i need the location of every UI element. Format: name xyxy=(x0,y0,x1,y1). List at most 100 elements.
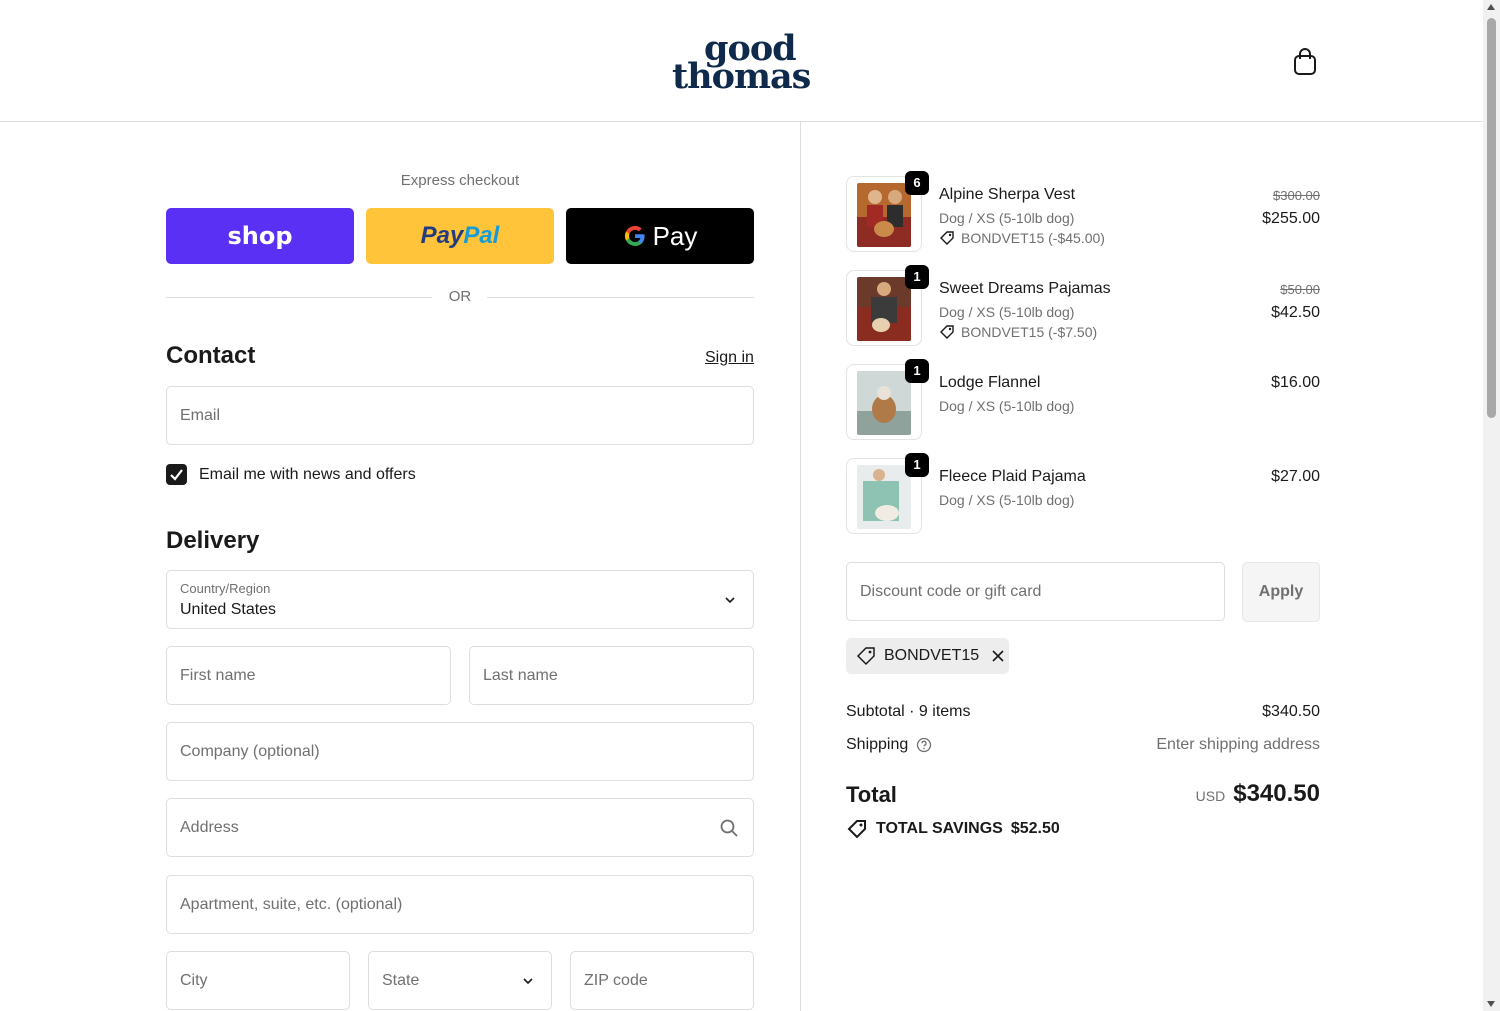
product-discount: BONDVET15 (-$7.50) xyxy=(939,324,1097,340)
apartment-field[interactable]: Apartment, suite, etc. (optional) xyxy=(166,875,754,934)
apply-button[interactable]: Apply xyxy=(1242,562,1320,622)
savings-value: $52.50 xyxy=(1010,820,1060,837)
applied-code-label: BONDVET15 xyxy=(884,647,980,664)
city-placeholder: City xyxy=(180,971,208,989)
country-value: United States xyxy=(180,601,277,618)
state-select[interactable]: State xyxy=(368,951,552,1010)
product-name: Alpine Sherpa Vest xyxy=(939,186,1076,203)
tag-icon xyxy=(856,647,875,666)
first-name-field[interactable]: First name xyxy=(166,646,451,705)
good-thomas-logo[interactable]: good thomas xyxy=(672,28,814,97)
discount-code-input[interactable]: Discount code or gift card xyxy=(846,562,1225,621)
product-image xyxy=(857,371,911,435)
quantity-badge: 1 xyxy=(905,453,929,477)
zip-placeholder: ZIP code xyxy=(584,971,648,989)
tag-icon xyxy=(940,231,954,245)
last-name-field[interactable]: Last name xyxy=(469,646,754,705)
tag-icon xyxy=(847,820,866,839)
product-name: Fleece Plaid Pajama xyxy=(939,468,1086,485)
product-name: Sweet Dreams Pajamas xyxy=(939,280,1111,297)
newsletter-checkbox[interactable] xyxy=(166,464,187,485)
scroll-up-icon[interactable] xyxy=(1487,4,1495,10)
last-name-placeholder: Last name xyxy=(483,666,558,684)
quantity-badge: 1 xyxy=(905,359,929,383)
discount-label: BONDVET15 (-$45.00) xyxy=(961,230,1105,246)
product-name: Lodge Flannel xyxy=(939,374,1041,391)
tag-icon xyxy=(940,325,954,339)
country-label: Country/Region xyxy=(180,581,271,596)
checkout-form: Express checkout shop Pay Pal Pay OR Cont… xyxy=(0,122,800,1011)
subtotal-label: Subtotal · 9 items xyxy=(846,703,971,720)
discount-code-placeholder: Discount code or gift card xyxy=(860,582,1042,600)
discount-label: BONDVET15 (-$7.50) xyxy=(961,324,1098,340)
product-image xyxy=(857,183,911,247)
line-item: 1 Sweet Dreams Pajamas Dog / XS (5-10lb … xyxy=(846,265,1320,346)
city-field[interactable]: City xyxy=(166,951,350,1010)
chevron-down-icon xyxy=(725,596,735,603)
quantity-badge: 1 xyxy=(905,265,929,289)
total-value: USD $340.50 xyxy=(1196,780,1320,808)
total-label: Total xyxy=(846,782,897,807)
product-variant: Dog / XS (5-10lb dog) xyxy=(939,398,1075,414)
line-item: 1 Fleece Plaid Pajama Dog / XS (5-10lb d… xyxy=(846,453,1320,534)
close-icon[interactable] xyxy=(991,649,1005,663)
product-discount: BONDVET15 (-$45.00) xyxy=(939,230,1105,246)
email-placeholder: Email xyxy=(180,406,221,424)
scrollbar[interactable] xyxy=(1483,0,1500,1011)
address-placeholder: Address xyxy=(180,818,239,836)
email-field[interactable]: Email xyxy=(166,386,754,445)
first-name-placeholder: First name xyxy=(180,666,256,684)
company-placeholder: Company (optional) xyxy=(180,742,320,760)
subtotal-value: $340.50 xyxy=(1262,703,1320,720)
scrollbar-thumb[interactable] xyxy=(1487,18,1496,418)
order-summary: 6 Alpine Sherpa Vest Dog / XS (5-10lb do… xyxy=(801,122,1483,1011)
paypal-label-part1: Pay xyxy=(420,222,464,249)
state-placeholder: State xyxy=(382,971,420,989)
product-image xyxy=(857,465,911,529)
shop-pay-button[interactable]: shop xyxy=(166,208,354,264)
product-variant: Dog / XS (5-10lb dog) xyxy=(939,304,1075,320)
total-currency: USD xyxy=(1195,788,1226,804)
company-field[interactable]: Company (optional) xyxy=(166,722,754,781)
google-pay-button[interactable]: Pay xyxy=(566,208,754,264)
help-icon[interactable] xyxy=(916,737,932,753)
product-price: $27.00 xyxy=(1271,468,1320,485)
product-price: $255.00 xyxy=(1262,210,1320,227)
google-pay-label: Pay xyxy=(652,220,698,251)
shop-pay-label: shop xyxy=(227,222,293,250)
product-thumbnail: 1 xyxy=(846,453,929,534)
chevron-down-icon xyxy=(523,977,533,984)
google-g-icon xyxy=(624,225,645,247)
original-price: $300.00 xyxy=(1273,188,1320,203)
delivery-heading: Delivery xyxy=(166,527,260,554)
or-label: OR xyxy=(448,288,472,305)
apartment-placeholder: Apartment, suite, etc. (optional) xyxy=(180,895,403,913)
address-field[interactable]: Address xyxy=(166,798,754,857)
paypal-button[interactable]: Pay Pal xyxy=(366,208,554,264)
product-price: $42.50 xyxy=(1271,304,1320,321)
paypal-label-part2: Pal xyxy=(463,222,500,249)
shipping-row: Shipping xyxy=(846,736,932,754)
product-image xyxy=(857,277,911,341)
newsletter-label: Email me with news and offers xyxy=(199,466,416,483)
savings-label: TOTAL SAVINGS xyxy=(876,820,1003,837)
shipping-label: Shipping xyxy=(846,736,909,753)
country-select[interactable]: Country/Region United States xyxy=(166,570,754,629)
scroll-down-icon[interactable] xyxy=(1487,1001,1495,1007)
zip-field[interactable]: ZIP code xyxy=(570,951,754,1010)
original-price: $50.00 xyxy=(1280,282,1320,297)
sign-in-link[interactable]: Sign in xyxy=(705,349,754,367)
line-item: 1 Lodge Flannel Dog / XS (5-10lb dog) $1… xyxy=(846,359,1320,440)
product-price: $16.00 xyxy=(1271,374,1320,391)
contact-heading: Contact xyxy=(166,342,256,369)
product-thumbnail: 1 xyxy=(846,359,929,440)
header: good thomas xyxy=(0,0,1483,122)
express-checkout-label: Express checkout xyxy=(400,172,520,189)
logo-line-2: thomas xyxy=(672,56,811,97)
checkmark-icon xyxy=(170,469,183,481)
product-variant: Dog / XS (5-10lb dog) xyxy=(939,210,1075,226)
total-savings: TOTAL SAVINGS $52.50 xyxy=(846,818,1060,840)
search-icon xyxy=(720,819,738,837)
total-amount: $340.50 xyxy=(1233,780,1320,807)
shopping-bag-icon[interactable] xyxy=(1290,46,1320,78)
